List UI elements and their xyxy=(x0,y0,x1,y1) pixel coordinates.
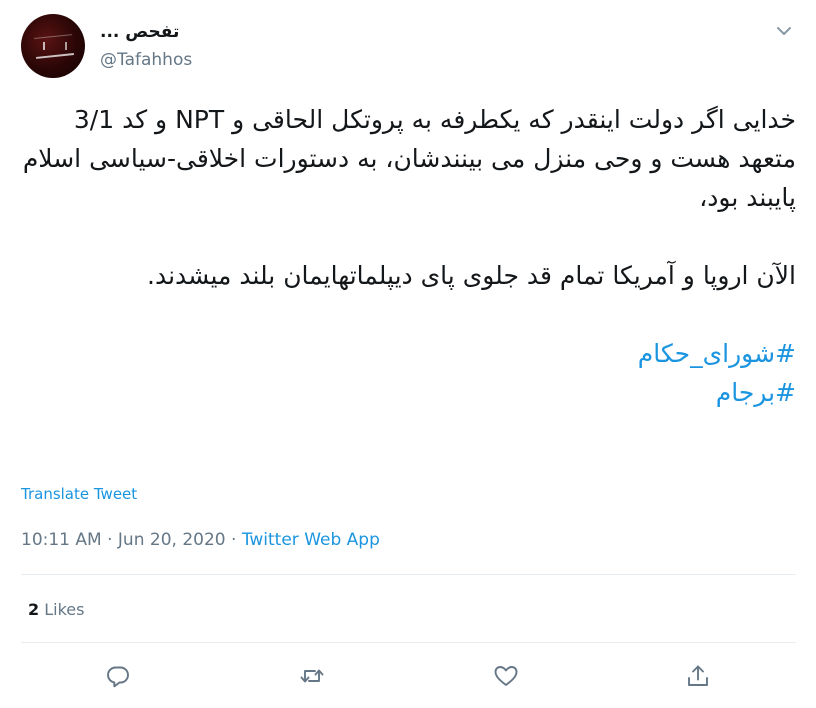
tweet-time[interactable]: 10:11 AM xyxy=(21,530,102,550)
share-icon[interactable] xyxy=(684,662,712,690)
source-app-link[interactable]: Twitter Web App xyxy=(242,530,380,550)
meta-separator: · xyxy=(225,530,242,550)
tweet-text: خدایی اگر دولت اینقدر که یکطرفه به پروتک… xyxy=(20,100,796,412)
likes-stat[interactable]: 2 Likes xyxy=(28,600,84,619)
chevron-down-icon[interactable] xyxy=(773,20,795,42)
tweet-meta: 10:11 AM · Jun 20, 2020 · Twitter Web Ap… xyxy=(21,530,380,550)
tweet-date[interactable]: Jun 20, 2020 xyxy=(118,530,226,550)
like-icon[interactable] xyxy=(492,662,520,690)
tweet-paragraph: خدایی اگر دولت اینقدر که یکطرفه به پروتک… xyxy=(22,105,796,212)
hashtag-link[interactable]: #برجام xyxy=(20,373,796,412)
meta-separator: · xyxy=(101,530,118,550)
retweet-icon[interactable] xyxy=(298,662,326,690)
translate-tweet-link[interactable]: Translate Tweet xyxy=(21,485,137,503)
reply-icon[interactable] xyxy=(104,662,132,690)
user-handle[interactable]: @Tafahhos xyxy=(100,50,192,70)
tweet-paragraph: الآن اروپا و آمریکا تمام قد جلوی پای دیپ… xyxy=(147,261,796,290)
avatar[interactable] xyxy=(21,14,85,78)
hashtag-link[interactable]: #شورای_حکام xyxy=(20,334,796,373)
divider xyxy=(21,574,796,575)
likes-label: Likes xyxy=(44,600,85,619)
likes-count: 2 xyxy=(28,600,40,619)
divider xyxy=(21,642,796,643)
display-name[interactable]: تفحص ... xyxy=(100,22,179,42)
